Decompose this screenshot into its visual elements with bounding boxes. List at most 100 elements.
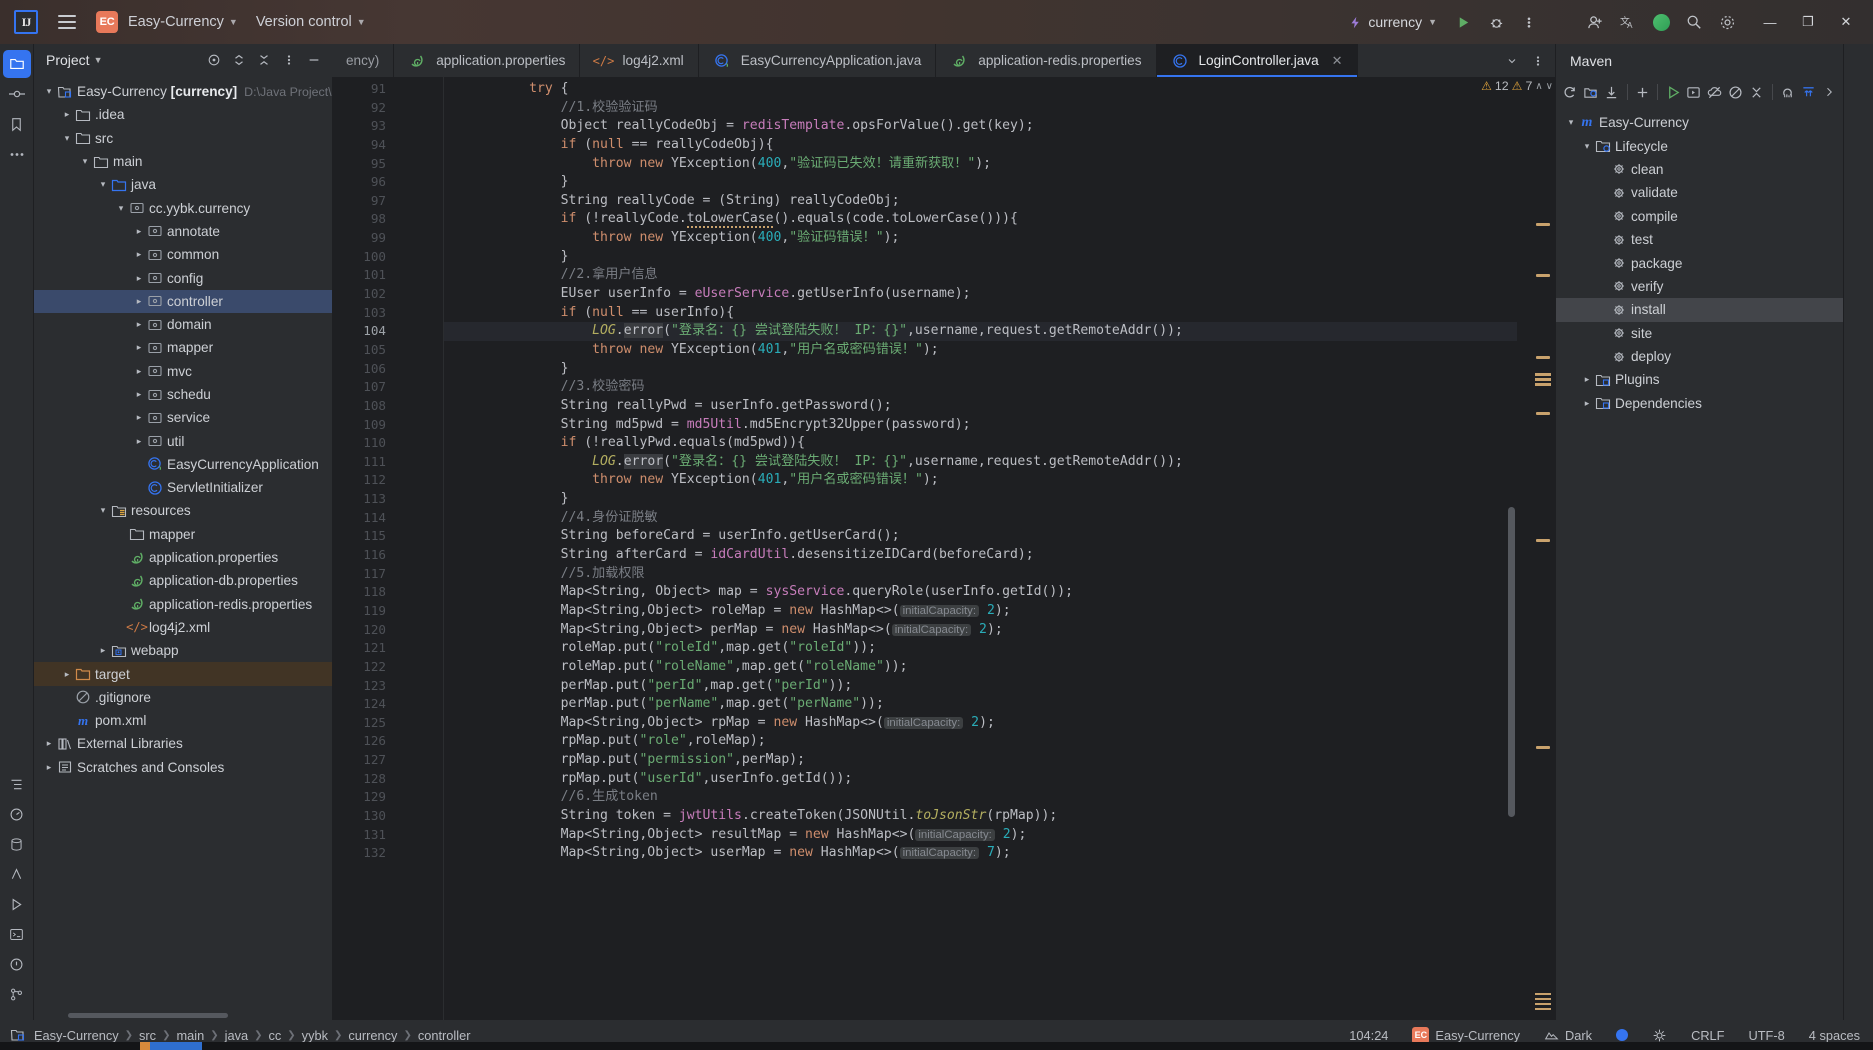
code-line[interactable]: rpMap.put("userId",userInfo.getId());: [444, 770, 1555, 789]
tree-item-src[interactable]: ▾ src: [34, 127, 332, 150]
tree-item-servletinitializer[interactable]: ServletInitializer: [34, 476, 332, 499]
download-sources-icon[interactable]: [1602, 80, 1622, 104]
code-line[interactable]: if (null == userInfo){: [444, 304, 1555, 323]
tree-expand-arrow[interactable]: ▸: [132, 342, 146, 353]
code-line[interactable]: perMap.put("perId",map.get("perId"));: [444, 677, 1555, 696]
code-line[interactable]: }: [444, 360, 1555, 379]
code-line[interactable]: roleMap.put("roleName",map.get("roleName…: [444, 658, 1555, 677]
tree-item-java[interactable]: ▾ java: [34, 173, 332, 196]
code-line[interactable]: Map<String,Object> userMap = new HashMap…: [444, 844, 1555, 863]
tree-item-annotate[interactable]: ▸ annotate: [34, 220, 332, 243]
fold-gutter[interactable]: [396, 77, 444, 1020]
tree-expand-arrow[interactable]: ▸: [132, 366, 146, 377]
maven-item-site[interactable]: site: [1556, 322, 1843, 345]
maven-expand-arrow[interactable]: ▾: [1580, 141, 1594, 152]
run-configuration-selector[interactable]: currency ▼: [1341, 10, 1445, 34]
code-line[interactable]: rpMap.put("permission",perMap);: [444, 751, 1555, 770]
tree-item-target[interactable]: ▸ target: [34, 662, 332, 686]
inspection-mark[interactable]: [1536, 274, 1550, 277]
code-line[interactable]: String reallyPwd = userInfo.getPassword(…: [444, 397, 1555, 416]
expand-depth-icon[interactable]: [1798, 80, 1818, 104]
code-line[interactable]: throw new YException(400,"验证码已失效！请重新获取！"…: [444, 155, 1555, 174]
tree-item-external-libraries[interactable]: ▸ External Libraries: [34, 732, 332, 755]
tree-item-application-redis-properties[interactable]: application-redis.properties: [34, 593, 332, 616]
code-line[interactable]: Object reallyCodeObj = redisTemplate.ops…: [444, 117, 1555, 136]
maven-item-verify[interactable]: verify: [1556, 275, 1843, 298]
inspection-mark[interactable]: [1536, 412, 1550, 415]
editor-vertical-scrollbar[interactable]: [1508, 507, 1515, 817]
tab-easycurrencyapplication-java[interactable]: EasyCurrencyApplication.java: [699, 44, 937, 77]
chevron-down-icon[interactable]: [1499, 44, 1525, 77]
more-vertical-icon[interactable]: [1525, 44, 1551, 77]
account-icon[interactable]: [1646, 7, 1676, 37]
code-line[interactable]: //5.加载权限: [444, 565, 1555, 584]
tree-expand-arrow[interactable]: ▾: [78, 156, 92, 167]
maven-expand-arrow[interactable]: ▸: [1580, 374, 1594, 385]
tab-logincontroller-java[interactable]: LoginController.java ✕: [1156, 44, 1358, 77]
run-icon[interactable]: [1448, 7, 1478, 37]
code-line[interactable]: Map<String,Object> perMap = new HashMap<…: [444, 621, 1555, 640]
main-menu-icon[interactable]: [54, 9, 80, 35]
collapse-all-icon[interactable]: [1747, 80, 1767, 104]
tab-application-properties[interactable]: application.properties: [394, 44, 581, 77]
maven-item-compile[interactable]: compile: [1556, 205, 1843, 228]
taskbar-item-blue[interactable]: [150, 1042, 202, 1050]
tree-item-idea[interactable]: ▸ .idea: [34, 103, 332, 126]
collapse-all-icon[interactable]: [252, 48, 276, 72]
code-line[interactable]: roleMap.put("roleId",map.get("roleId"));: [444, 639, 1555, 658]
code-line[interactable]: //4.身份证脱敏: [444, 509, 1555, 528]
code-line[interactable]: throw new YException(401,"用户名或密码错误！");: [444, 471, 1555, 490]
inspection-mark-group[interactable]: [1535, 373, 1551, 386]
sidebar-item-structure[interactable]: [3, 770, 31, 798]
inspection-mark[interactable]: [1536, 539, 1550, 542]
more-vertical-icon[interactable]: [1514, 7, 1544, 37]
code-line[interactable]: //1.校验验证码: [444, 99, 1555, 118]
maven-item-validate[interactable]: validate: [1556, 181, 1843, 204]
code-line[interactable]: Map<String,Object> rpMap = new HashMap<>…: [444, 714, 1555, 733]
inspection-mark[interactable]: [1536, 356, 1550, 359]
maven-item-test[interactable]: test: [1556, 228, 1843, 251]
maven-expand-arrow[interactable]: ▾: [1564, 117, 1578, 128]
tree-item-schedu[interactable]: ▸ schedu: [34, 383, 332, 406]
tree-item-easy-currency[interactable]: ▾ Easy-Currency [currency] D:\Java Project…: [34, 80, 332, 103]
code-line[interactable]: Map<String, Object> map = sysService.que…: [444, 583, 1555, 602]
more-options-icon[interactable]: [277, 48, 301, 72]
sidebar-item-project[interactable]: [2, 50, 31, 78]
maven-item-install[interactable]: install: [1556, 298, 1843, 322]
tree-expand-arrow[interactable]: ▾: [60, 133, 74, 144]
project-tree-scrollbar[interactable]: [68, 1013, 228, 1018]
taskbar-item-orange[interactable]: [140, 1042, 150, 1050]
code-line[interactable]: String beforeCard = userInfo.getUserCard…: [444, 527, 1555, 546]
maven-item-package[interactable]: package: [1556, 251, 1843, 274]
code-line[interactable]: if (!reallyPwd.equals(md5pwd)){: [444, 434, 1555, 453]
tree-item-mvc[interactable]: ▸ mvc: [34, 360, 332, 383]
tree-expand-arrow[interactable]: ▸: [132, 296, 146, 307]
code-line[interactable]: //3.校验密码: [444, 378, 1555, 397]
next-problem-icon[interactable]: ∨: [1546, 81, 1553, 92]
code-line[interactable]: }: [444, 490, 1555, 509]
tree-item-service[interactable]: ▸ service: [34, 406, 332, 429]
tree-item-gitignore[interactable]: .gitignore: [34, 686, 332, 709]
code-line[interactable]: throw new YException(401,"用户名或密码错误！");: [444, 341, 1555, 360]
add-user-icon[interactable]: [1580, 7, 1610, 37]
tree-item-resources[interactable]: ▾ resources: [34, 499, 332, 522]
hide-panel-icon[interactable]: [302, 48, 326, 72]
tree-item-config[interactable]: ▸ config: [34, 266, 332, 289]
sidebar-item-more[interactable]: [3, 140, 31, 168]
tree-expand-arrow[interactable]: ▾: [96, 505, 110, 516]
window-close-button[interactable]: ✕: [1827, 0, 1865, 44]
add-icon[interactable]: [1632, 80, 1652, 104]
inspection-mark[interactable]: [1536, 746, 1550, 749]
maven-item-clean[interactable]: clean: [1556, 158, 1843, 181]
tree-expand-arrow[interactable]: ▸: [60, 109, 74, 120]
code-line[interactable]: //2.拿用户信息: [444, 266, 1555, 285]
sidebar-item-git[interactable]: [3, 980, 31, 1008]
toggle-offline-mode-icon[interactable]: [1705, 80, 1725, 104]
code-line[interactable]: LOG.error("登录名：{} 尝试登陆失败！ IP：{}",usernam…: [444, 453, 1555, 472]
tree-item-application-db-properties[interactable]: application-db.properties: [34, 569, 332, 592]
code-line[interactable]: //6.生成token: [444, 788, 1555, 807]
tree-item-util[interactable]: ▸ util: [34, 429, 332, 452]
tree-expand-arrow[interactable]: ▾: [114, 203, 128, 214]
code-line[interactable]: rpMap.put("role",roleMap);: [444, 732, 1555, 751]
tree-item-mapper[interactable]: ▸ mapper: [34, 336, 332, 359]
